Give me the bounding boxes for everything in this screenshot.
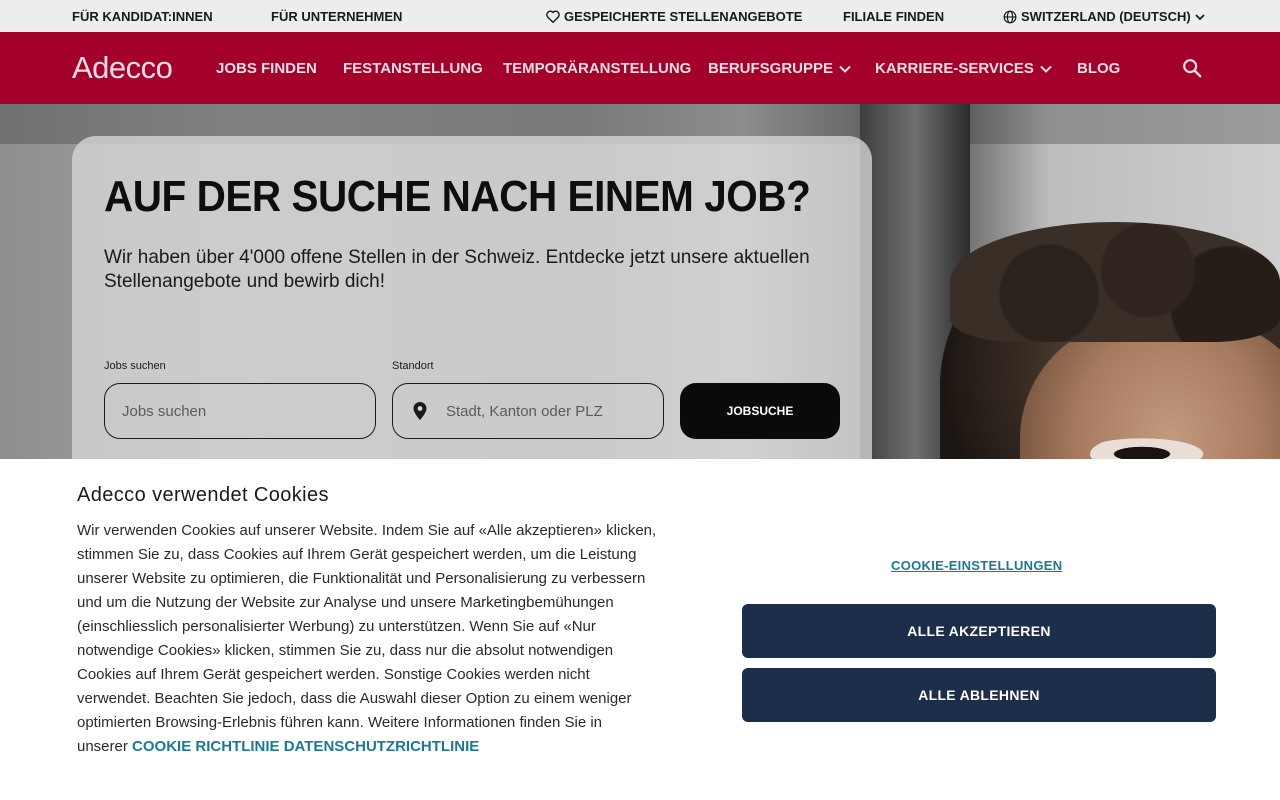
candidates-link[interactable]: FÜR KANDIDAT:INNEN: [72, 9, 213, 24]
hero-subtitle: Wir haben über 4'000 offene Stellen in d…: [104, 247, 810, 292]
cookie-settings-link[interactable]: COOKIE-EINSTELLUNGEN: [891, 558, 1062, 573]
location-search-input[interactable]: Stadt, Kanton oder PLZ: [392, 383, 664, 439]
hero-title: AUF DER SUCHE NACH EINEM JOB?: [104, 172, 811, 221]
cookie-title: Adecco verwendet Cookies: [77, 484, 329, 506]
adecco-logo[interactable]: Adecco: [72, 50, 173, 86]
chevron-down-icon: [839, 65, 851, 73]
chevron-down-icon: [1040, 65, 1052, 73]
jobs-field-label: Jobs suchen: [104, 360, 166, 372]
location-pin-icon: [413, 402, 427, 420]
nav-item-temporaeranstellung[interactable]: TEMPORÄRANSTELLUNG: [503, 60, 691, 77]
nav-item-blog[interactable]: BLOG: [1077, 60, 1120, 77]
privacy-policy-link[interactable]: DATENSCHUTZRICHTLINIE: [284, 738, 480, 755]
cookie-policy-link[interactable]: COOKIE RICHTLINIE: [132, 738, 280, 755]
location-search-placeholder: Stadt, Kanton oder PLZ: [446, 402, 603, 420]
globe-icon: [1003, 10, 1017, 23]
location-field-label: Standort: [392, 360, 434, 372]
nav-item-jobs-finden[interactable]: JOBS FINDEN: [216, 60, 317, 77]
region-label: SWITZERLAND (DEUTSCH): [1021, 9, 1191, 24]
nav-item-berufsgruppe[interactable]: BERUFSGRUPPE: [708, 60, 851, 77]
reject-all-button[interactable]: ALLE ABLEHNEN: [742, 668, 1216, 722]
nav-item-karriere-services[interactable]: KARRIERE-SERVICES: [875, 60, 1052, 77]
accept-all-button[interactable]: ALLE AKZEPTIEREN: [742, 604, 1216, 658]
main-navigation: Adecco JOBS FINDEN FESTANSTELLUNG TEMPOR…: [0, 32, 1280, 104]
nav-item-festanstellung[interactable]: FESTANSTELLUNG: [343, 60, 483, 77]
cookie-description-text: Wir verwenden Cookies auf unserer Websit…: [77, 522, 657, 755]
find-branch-link[interactable]: FILIALE FINDEN: [843, 9, 944, 24]
cookie-description: Wir verwenden Cookies auf unserer Websit…: [77, 519, 657, 759]
heart-icon: [546, 10, 560, 23]
saved-jobs-label: GESPEICHERTE STELLENANGEBOTE: [564, 9, 803, 24]
chevron-down-icon: [1195, 13, 1205, 20]
jobs-search-placeholder: Jobs suchen: [122, 402, 207, 420]
utility-bar: FÜR KANDIDAT:INNEN FÜR UNTERNEHMEN GESPE…: [0, 0, 1280, 32]
job-search-button[interactable]: JOBSUCHE: [680, 383, 840, 439]
nav-item-karriere-services-label: KARRIERE-SERVICES: [875, 60, 1034, 77]
saved-jobs-link[interactable]: GESPEICHERTE STELLENANGEBOTE: [546, 9, 802, 24]
nav-item-berufsgruppe-label: BERUFSGRUPPE: [708, 60, 834, 77]
region-selector[interactable]: SWITZERLAND (DEUTSCH): [1003, 9, 1205, 24]
search-icon[interactable]: [1181, 57, 1203, 79]
companies-link[interactable]: FÜR UNTERNEHMEN: [271, 9, 402, 24]
jobs-search-input[interactable]: Jobs suchen: [104, 383, 376, 439]
